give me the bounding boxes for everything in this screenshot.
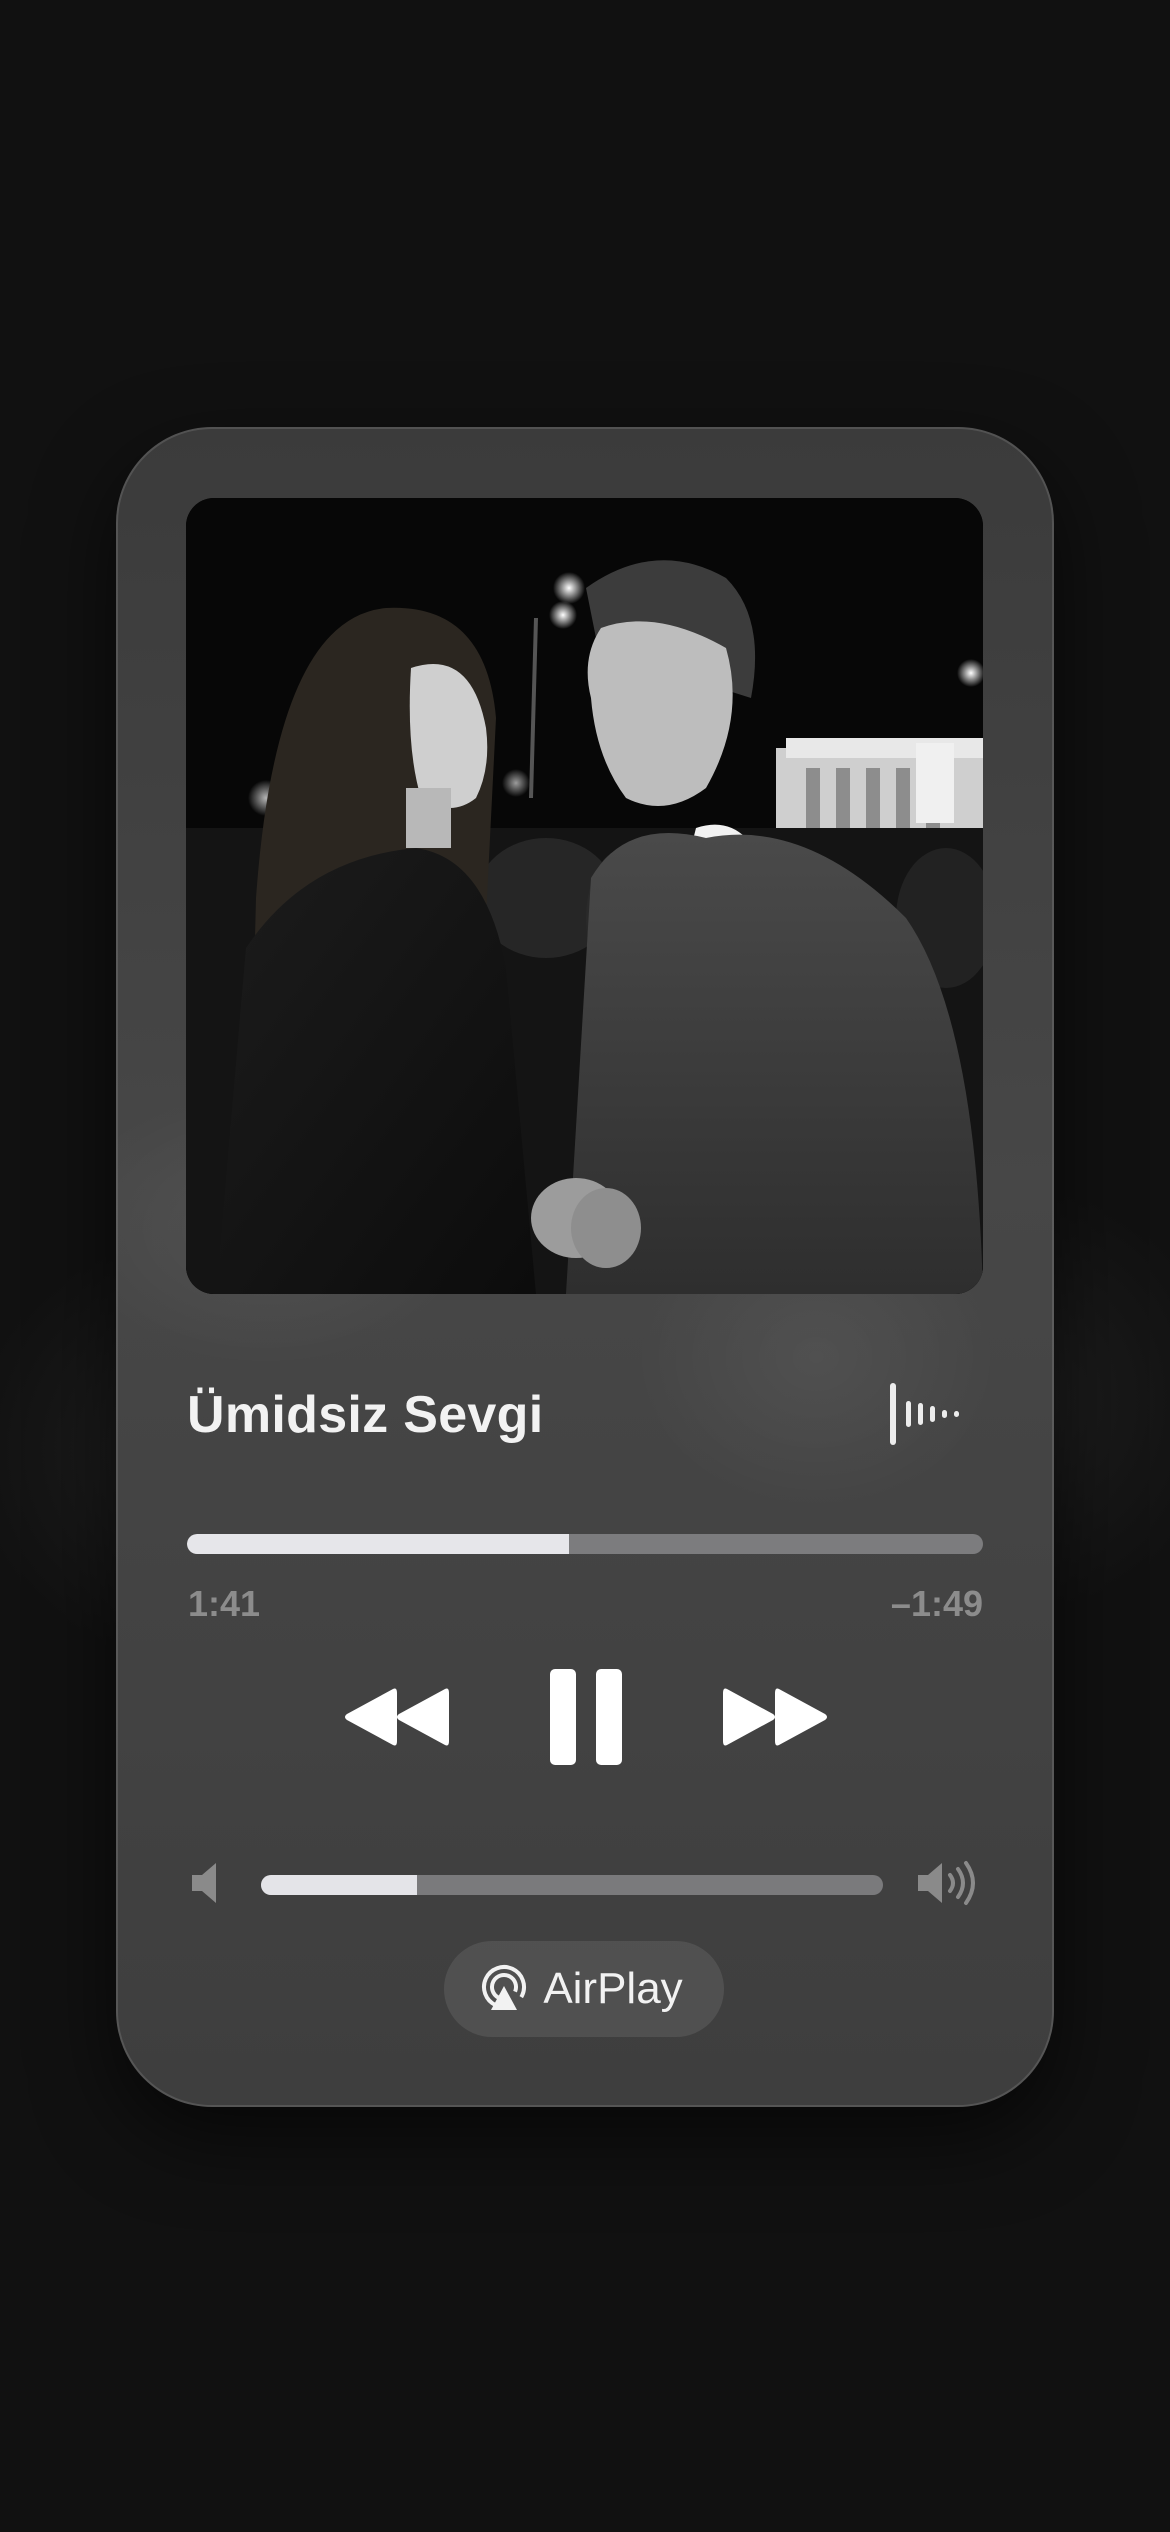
playback-scrubber[interactable]: [187, 1534, 983, 1554]
remaining-time: –1:49: [890, 1583, 983, 1624]
backward-icon: [345, 1688, 449, 1746]
album-artwork[interactable]: [186, 498, 983, 1294]
volume-level-fill: [261, 1875, 417, 1895]
forward-button[interactable]: [716, 1667, 836, 1767]
airplay-button[interactable]: AirPlay: [444, 1941, 724, 2037]
forward-icon: [723, 1688, 827, 1746]
speaker-high-icon: [916, 1857, 982, 1909]
elapsed-time: 1:41: [188, 1583, 261, 1624]
waveform-icon[interactable]: [886, 1379, 966, 1449]
pause-icon: [550, 1669, 622, 1765]
airplay-label: AirPlay: [543, 1964, 683, 2013]
rewind-button[interactable]: [336, 1667, 456, 1767]
playback-progress-fill: [187, 1534, 570, 1554]
airplay-icon: [482, 1965, 527, 2010]
album-artwork-image: [186, 498, 983, 1294]
pause-button[interactable]: [531, 1657, 641, 1777]
track-title: Ümidsiz Sevgi: [187, 1386, 544, 1444]
speaker-low-icon: [190, 1861, 230, 1905]
volume-slider[interactable]: [261, 1875, 883, 1895]
music-player-card: Ümidsiz Sevgi 1:41 –1:49 AirPlay: [116, 427, 1054, 2107]
